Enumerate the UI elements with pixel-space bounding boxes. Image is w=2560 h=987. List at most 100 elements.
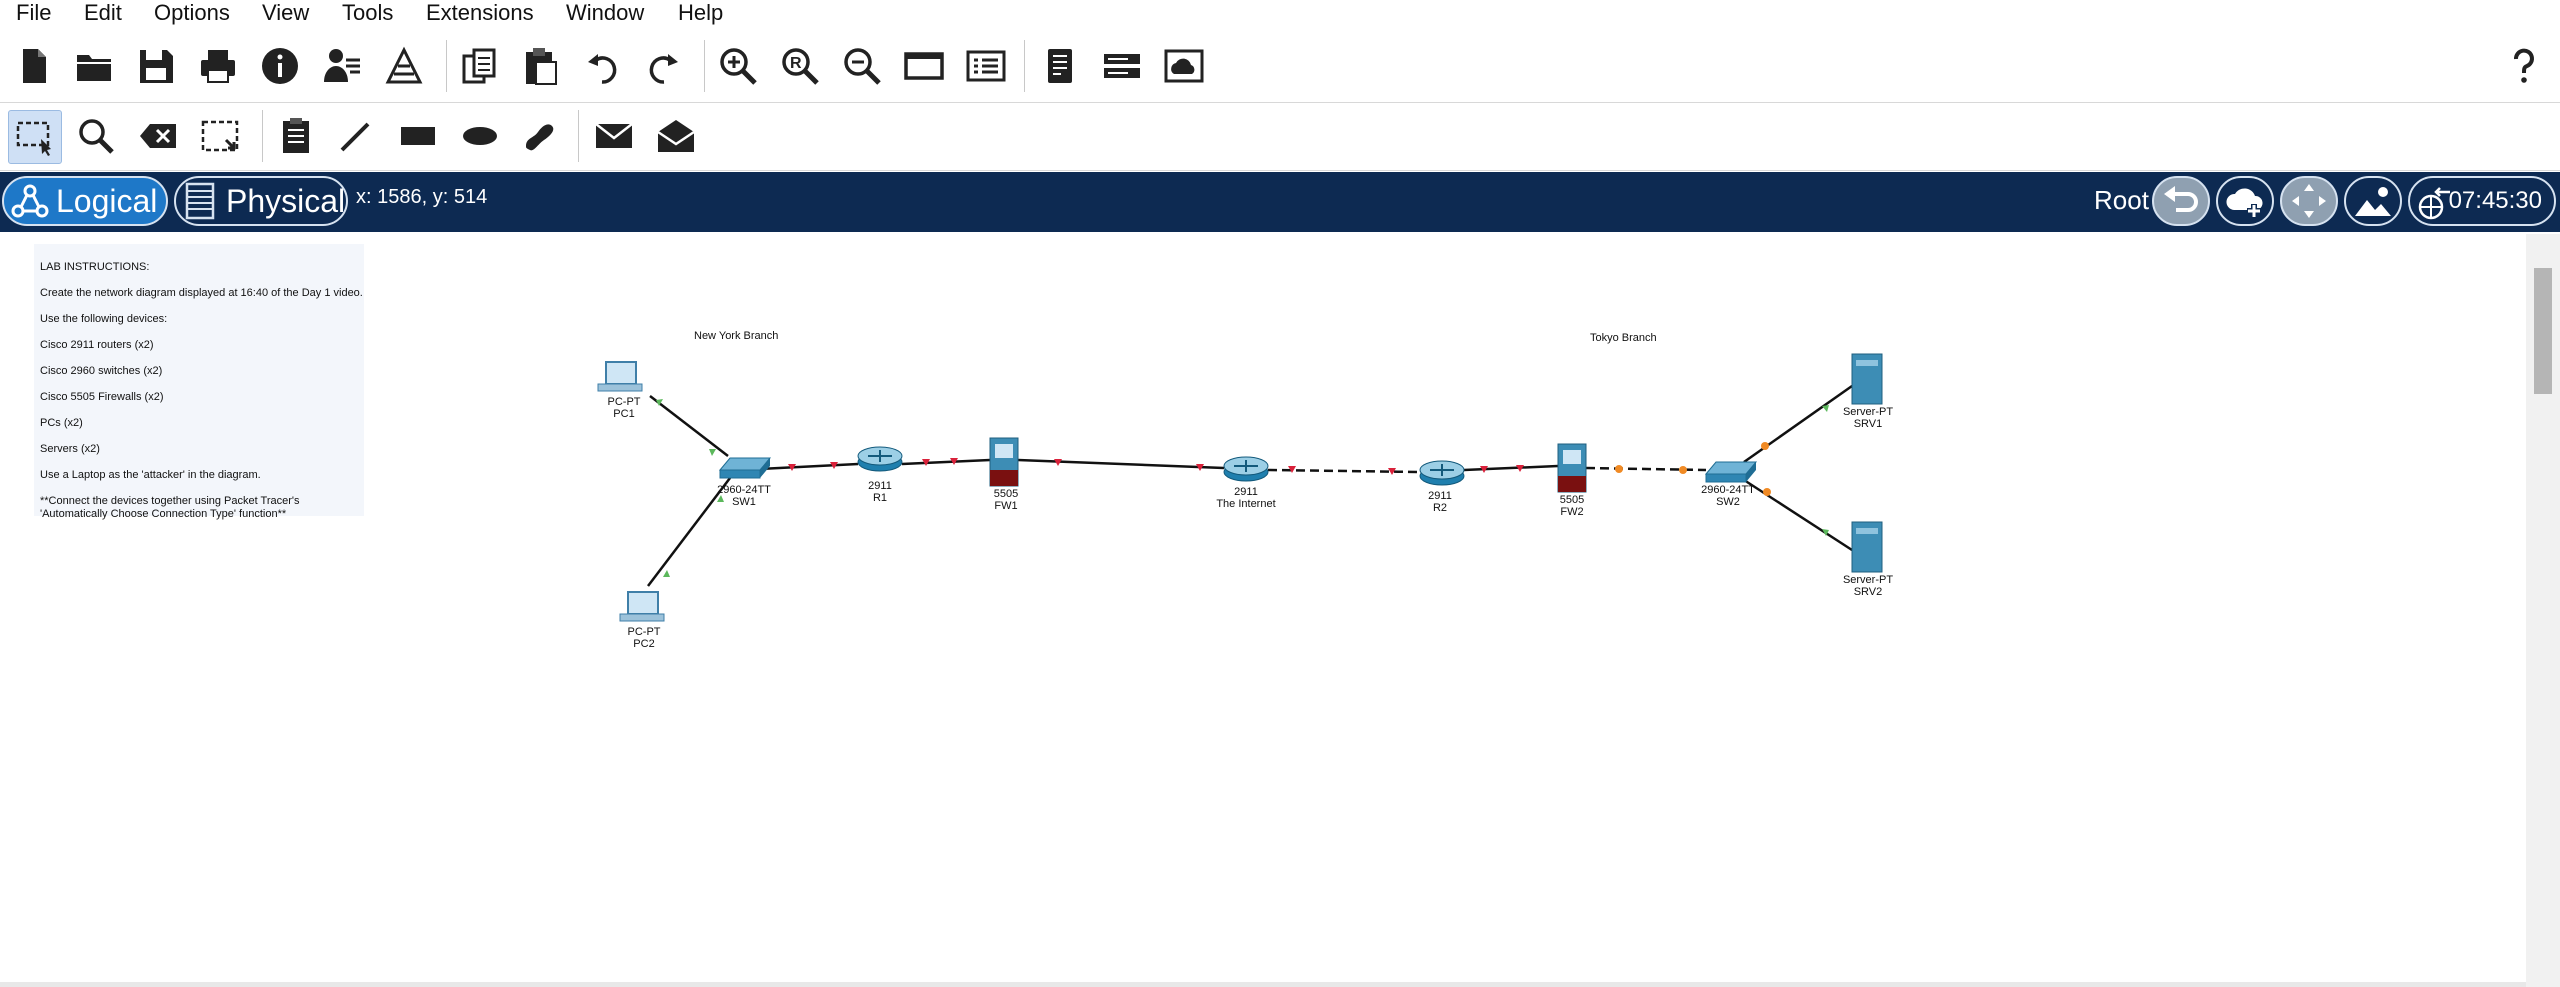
edit-toolbar [0, 104, 2560, 171]
internet-name: The Internet [1216, 498, 1276, 510]
srv2-device[interactable] [1851, 521, 1883, 573]
user-profile-icon[interactable] [316, 40, 368, 92]
pc2-model: PC-PT [627, 626, 661, 638]
fw1-name: FW1 [994, 500, 1018, 512]
note-icon[interactable] [270, 110, 322, 162]
cursor-coordinates: x: 1586, y: 514 [356, 186, 488, 208]
menu-help[interactable]: Help [678, 0, 723, 26]
logical-label: Logical [56, 182, 158, 219]
link-blocking-indicator [1615, 465, 1623, 473]
paste-icon[interactable] [514, 40, 566, 92]
info-icon[interactable] [254, 40, 306, 92]
toolbar-separator [1024, 40, 1025, 92]
fw2-device[interactable] [1557, 443, 1587, 493]
topology-canvas [597, 353, 1883, 622]
toolbar-separator [446, 40, 447, 92]
zoom-out-icon[interactable] [836, 40, 888, 92]
palette-icon[interactable] [1034, 40, 1086, 92]
undo-icon[interactable] [576, 40, 628, 92]
link-r2-fw2[interactable] [1463, 464, 1559, 472]
sim-clock: 07:45:30 [2448, 187, 2542, 214]
logical-workspace[interactable]: LAB INSTRUCTIONS: Create the network dia… [0, 234, 2526, 982]
inspect-icon[interactable] [70, 110, 122, 162]
fw1-device[interactable] [989, 437, 1019, 487]
freeform-icon[interactable] [514, 110, 566, 162]
help-icon[interactable] [2498, 40, 2550, 92]
print-icon[interactable] [192, 40, 244, 92]
menu-extensions[interactable]: Extensions [426, 0, 534, 26]
pc1-device[interactable] [597, 361, 643, 392]
copy-icon[interactable] [454, 40, 506, 92]
workspace-mode-bar: Logical Physical x: 1586, y: 514 Root 07… [0, 172, 2560, 232]
menu-bar: File Edit Options View Tools Extensions … [0, 0, 2560, 26]
back-button[interactable] [2152, 176, 2210, 226]
landscape-icon [2355, 187, 2391, 216]
network-activity-icon[interactable] [378, 40, 430, 92]
sw1-model: 2960-24TT [717, 484, 771, 496]
sw2-device[interactable] [1704, 461, 1758, 483]
list-icon[interactable] [960, 40, 1012, 92]
simple-pdu-icon[interactable] [588, 110, 640, 162]
horizontal-scrollbar[interactable] [0, 982, 2526, 987]
new-cluster-button[interactable] [2216, 176, 2274, 226]
move-object-button[interactable] [2280, 176, 2338, 226]
toolbar-separator [578, 110, 579, 162]
logical-tab[interactable]: Logical [2, 176, 168, 226]
link-r1-fw1[interactable] [901, 458, 991, 466]
rack-icon [185, 182, 215, 220]
link-sw1-r1[interactable] [759, 462, 859, 471]
window-icon[interactable] [898, 40, 950, 92]
link-up-indicator [709, 449, 716, 456]
device-icon[interactable] [1096, 40, 1148, 92]
r2-name: R2 [1432, 502, 1448, 514]
internet-router-device[interactable] [1223, 456, 1269, 482]
menu-window[interactable]: Window [566, 0, 644, 26]
internet-label: 2911 The Internet [1186, 486, 1306, 510]
srv2-model: Server-PT [1842, 574, 1894, 586]
menu-view[interactable]: View [262, 0, 309, 26]
cloud-image-icon[interactable] [1158, 40, 1210, 92]
r1-name: R1 [872, 492, 888, 504]
resize-icon[interactable] [194, 110, 246, 162]
menu-tools[interactable]: Tools [342, 0, 393, 26]
r1-device[interactable] [857, 446, 903, 472]
open-icon[interactable] [68, 40, 120, 92]
srv1-device[interactable] [1851, 353, 1883, 405]
new-icon[interactable] [8, 40, 60, 92]
link-up-indicator [663, 570, 670, 577]
sw1-device[interactable] [718, 457, 772, 479]
topology-icon [11, 184, 49, 218]
link-fw1-internet[interactable] [1017, 458, 1225, 470]
pc2-device[interactable] [619, 591, 665, 622]
srv1-name: SRV1 [1853, 418, 1883, 430]
toolbar-separator [704, 40, 705, 92]
r2-label: 2911 R2 [1380, 490, 1500, 514]
pc1-label: PC-PT PC1 [564, 396, 684, 420]
link-fw2-sw2[interactable] [1585, 466, 1707, 472]
select-icon[interactable] [8, 110, 62, 164]
complex-pdu-icon[interactable] [650, 110, 702, 162]
delete-icon[interactable] [132, 110, 184, 162]
rectangle-icon[interactable] [392, 110, 444, 162]
vertical-scrollbar[interactable] [2526, 234, 2560, 987]
line-icon[interactable] [330, 110, 382, 162]
menu-edit[interactable]: Edit [84, 0, 122, 26]
save-icon[interactable] [130, 40, 182, 92]
menu-options[interactable]: Options [154, 0, 230, 26]
redo-icon[interactable] [638, 40, 690, 92]
toolbar-separator [262, 110, 263, 162]
menu-file[interactable]: File [16, 0, 51, 26]
set-background-button[interactable] [2344, 176, 2402, 226]
physical-tab[interactable]: Physical [174, 176, 348, 226]
r2-device[interactable] [1419, 460, 1465, 486]
fw2-label: 5505 FW2 [1512, 494, 1632, 518]
pc1-name: PC1 [613, 408, 635, 420]
clock-panel[interactable]: 07:45:30 [2408, 176, 2556, 226]
scrollbar-thumb[interactable] [2534, 268, 2552, 394]
srv2-label: Server-PT SRV2 [1808, 574, 1928, 598]
ellipse-icon[interactable] [454, 110, 506, 162]
fw1-label: 5505 FW1 [946, 488, 1066, 512]
link-blocking-indicator [1679, 466, 1687, 474]
zoom-in-icon[interactable] [712, 40, 764, 92]
zoom-reset-icon[interactable]: R [774, 40, 826, 92]
